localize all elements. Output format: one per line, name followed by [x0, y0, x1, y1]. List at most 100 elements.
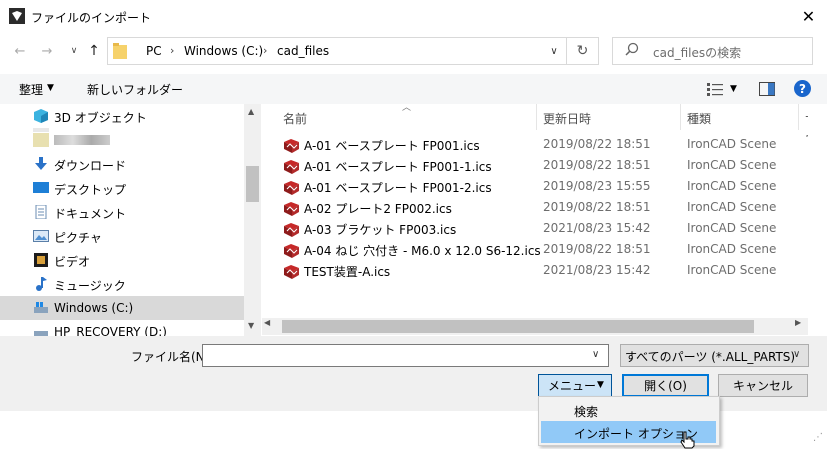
ironcad-file-icon	[284, 139, 299, 153]
download-icon	[35, 157, 47, 170]
nav-label: ビデオ	[54, 255, 91, 269]
file-name: A-03 ブラケット FP003.ics	[304, 223, 457, 237]
file-type: IronCAD Scene	[687, 242, 777, 256]
video-icon	[34, 253, 48, 267]
file-date: 2019/08/22 18:51	[543, 200, 651, 214]
file-type: IronCAD Scene	[687, 263, 777, 277]
forward-arrow-icon[interactable]: →	[36, 40, 58, 62]
breadcrumb-folder[interactable]: cad_files	[277, 44, 329, 58]
window-title: ファイルのインポート	[31, 11, 152, 25]
scroll-up-icon[interactable]: ▲	[248, 107, 254, 116]
breadcrumb-separator[interactable]: ›	[170, 44, 174, 57]
breadcrumb-separator[interactable]: ›	[263, 44, 267, 57]
nav-item-downloads[interactable]: ダウンロード	[0, 152, 244, 176]
breadcrumb-pc[interactable]: PC	[146, 44, 162, 58]
drive-icon	[34, 331, 48, 336]
help-icon[interactable]: ?	[794, 80, 811, 97]
nav-label: Windows (C:)	[54, 301, 134, 315]
blurred-strip	[33, 128, 49, 132]
chevron-down-icon[interactable]: ∨	[592, 349, 599, 360]
nav-item-videos[interactable]: ビデオ	[0, 248, 244, 272]
caret-down-icon[interactable]: ▼	[597, 380, 604, 390]
file-date: 2021/08/23 15:42	[543, 263, 651, 277]
up-arrow-icon[interactable]: ↑	[83, 40, 105, 62]
ironcad-file-icon	[284, 223, 299, 237]
file-type: IronCAD Scene	[687, 221, 777, 235]
blurred-icon	[33, 133, 49, 147]
resize-grip-icon[interactable]: ⋰	[813, 432, 823, 443]
caret-down-icon[interactable]: ▼	[47, 83, 54, 93]
new-folder-button[interactable]: 新しいフォルダー	[87, 81, 183, 98]
view-options-icon[interactable]	[707, 82, 723, 96]
navigation-pane[interactable]: 3D オブジェクト ダウンロード デスクトップ ドキュメント ピクチャ ビデオ …	[0, 104, 262, 336]
column-header-type[interactable]: 種類	[687, 110, 711, 127]
nav-label: 3D オブジェクト	[54, 111, 147, 125]
chevron-down-icon[interactable]: ∨	[63, 40, 85, 62]
scroll-down-icon[interactable]: ▼	[248, 321, 254, 330]
file-type: IronCAD Scene	[687, 137, 777, 151]
nav-item-documents[interactable]: ドキュメント	[0, 200, 244, 224]
app-icon	[9, 8, 25, 24]
search-icon	[625, 42, 639, 56]
nav-label: ピクチャ	[54, 231, 102, 245]
file-date: 2019/08/22 18:51	[543, 137, 651, 151]
file-name: A-04 ねじ 穴付き - M6.0 x 12.0 S6-12.ics	[304, 244, 541, 258]
ironcad-file-icon	[284, 181, 299, 195]
file-list-scroll-area	[808, 104, 827, 322]
open-button[interactable]: 開く(O)	[622, 374, 709, 397]
scroll-left-icon[interactable]: ◀	[264, 318, 270, 327]
ironcad-file-icon	[284, 202, 299, 216]
address-bar[interactable]	[107, 37, 567, 65]
preview-pane-icon[interactable]	[759, 82, 775, 96]
menu-item-search[interactable]	[539, 399, 717, 421]
organize-button[interactable]: 整理	[19, 81, 43, 98]
menu-button-label: メニュー	[548, 379, 597, 393]
horizontal-scrollbar-thumb[interactable]	[282, 320, 754, 333]
file-date: 2019/08/23 15:55	[543, 179, 651, 193]
nav-item-3d-objects[interactable]: 3D オブジェクト	[0, 104, 244, 128]
file-name: A-02 プレート2 FP002.ics	[304, 202, 452, 216]
file-date: 2019/08/22 18:51	[543, 158, 651, 172]
scroll-right-icon[interactable]: ▶	[795, 318, 801, 327]
caret-down-icon[interactable]: ▼	[730, 84, 737, 94]
breadcrumb-drive[interactable]: Windows (C:)	[184, 44, 263, 58]
chevron-down-icon[interactable]: ∨	[793, 349, 800, 360]
picture-icon	[33, 230, 49, 242]
file-name: A-01 ベースプレート FP001.ics	[304, 139, 480, 153]
nav-item-windows-c[interactable]: Windows (C:)	[0, 296, 244, 320]
ironcad-file-icon	[284, 244, 299, 258]
nav-scrollbar-thumb[interactable]	[246, 166, 259, 202]
nav-scrollbar[interactable]	[244, 104, 261, 336]
folder-icon	[113, 43, 127, 59]
back-arrow-icon[interactable]: ←	[9, 40, 31, 62]
refresh-icon[interactable]: ↻	[567, 37, 599, 65]
ironcad-file-icon	[284, 265, 299, 279]
file-date: 2019/08/22 18:51	[543, 242, 651, 256]
cube-icon	[34, 109, 48, 123]
nav-item-user[interactable]	[0, 128, 244, 152]
nav-item-recovery-d[interactable]: HP_RECOVERY (D:)	[0, 320, 244, 336]
filename-input[interactable]	[202, 344, 609, 367]
column-divider[interactable]	[536, 104, 537, 130]
cancel-button[interactable]: キャンセル	[718, 374, 808, 397]
file-date: 2021/08/23 15:42	[543, 221, 651, 235]
file-type: IronCAD Scene	[687, 179, 777, 193]
nav-item-desktop[interactable]: デスクトップ	[0, 176, 244, 200]
file-name: A-01 ベースプレート FP001-1.ics	[304, 160, 492, 174]
search-placeholder: cad_filesの検索	[653, 46, 742, 60]
nav-label: ドキュメント	[54, 207, 127, 221]
desktop-icon	[33, 182, 49, 193]
column-header-date[interactable]: 更新日時	[543, 110, 591, 127]
file-type: IronCAD Scene	[687, 200, 777, 214]
nav-label: ミュージック	[54, 279, 126, 293]
column-header-name[interactable]: 名前	[283, 110, 307, 127]
nav-item-music[interactable]: ミュージック	[0, 272, 244, 296]
close-button[interactable]: ✕	[790, 0, 827, 32]
nav-item-pictures[interactable]: ピクチャ	[0, 224, 244, 248]
column-divider[interactable]	[798, 104, 799, 130]
ironcad-file-icon	[284, 160, 299, 174]
chevron-down-icon[interactable]: ∨	[541, 37, 567, 65]
column-divider[interactable]	[680, 104, 681, 130]
nav-label: デスクトップ	[54, 183, 127, 197]
nav-label: ダウンロード	[54, 159, 127, 173]
